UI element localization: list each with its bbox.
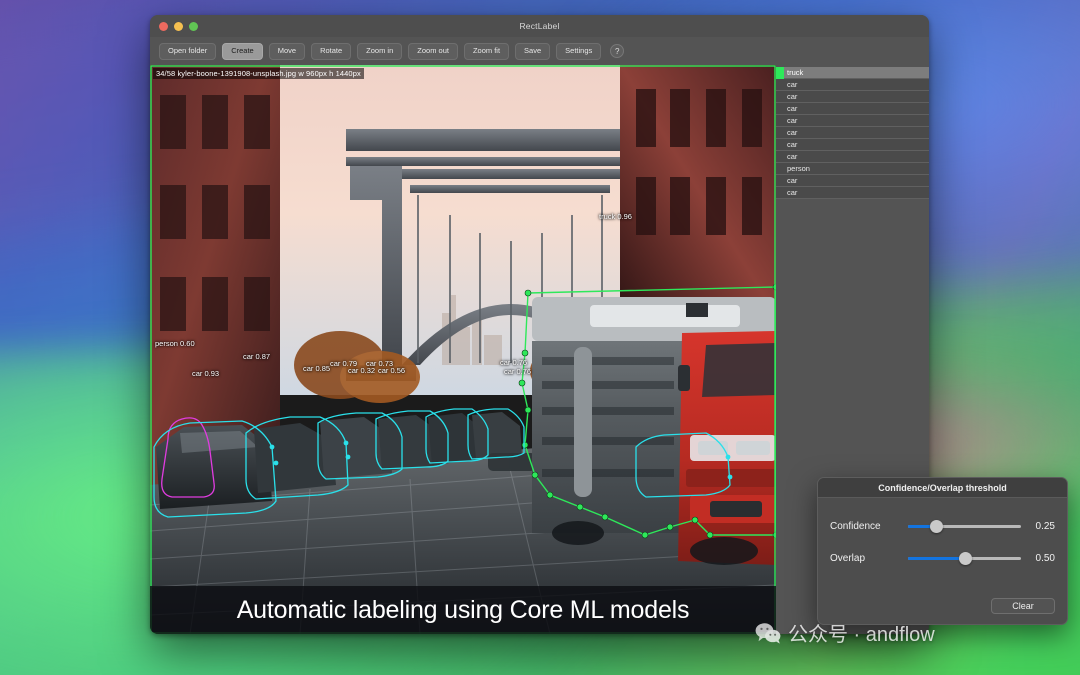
slider-row-overlap: Overlap 0.50	[830, 544, 1055, 572]
confidence-overlap-threshold-panel[interactable]: Confidence/Overlap threshold Confidence 0…	[817, 477, 1068, 625]
create-button[interactable]: Create	[222, 43, 263, 60]
file-info-label: 34/58 kyler-boone-1391908-unsplash.jpg w…	[153, 68, 364, 79]
label-list-item[interactable]: car	[776, 187, 929, 199]
label-list-item[interactable]: car	[776, 91, 929, 103]
label-list-item[interactable]: car	[776, 139, 929, 151]
label-list-item-text: car	[787, 128, 797, 137]
slider-value: 0.50	[1021, 553, 1055, 564]
label-list-item[interactable]: car	[776, 175, 929, 187]
car-polygons[interactable]	[154, 409, 730, 517]
label-list-item-text: car	[787, 152, 797, 161]
zoom-in-button[interactable]: Zoom in	[357, 43, 402, 60]
label-list-item[interactable]: car	[776, 127, 929, 139]
rotate-button[interactable]: Rotate	[311, 43, 351, 60]
annotation-overlay[interactable]	[150, 65, 776, 634]
window-titlebar: RectLabel	[150, 15, 929, 37]
save-button[interactable]: Save	[515, 43, 550, 60]
window-content: 34/58 kyler-boone-1391908-unsplash.jpg w…	[150, 65, 929, 634]
truck-vertices[interactable]	[519, 284, 776, 538]
desktop-background: RectLabel Open folder Create Move Rotate Zoo…	[0, 0, 1080, 675]
slider-label: Confidence	[830, 521, 908, 532]
rectlabel-window: RectLabel Open folder Create Move Rotate Zoo…	[150, 15, 929, 634]
label-color-swatch	[776, 67, 784, 79]
label-list-item-text: car	[787, 116, 797, 125]
zoom-out-button[interactable]: Zoom out	[408, 43, 458, 60]
main-toolbar: Open folder Create Move Rotate Zoom in Zoom o…	[150, 37, 929, 65]
label-list-item-text: car	[787, 92, 797, 101]
car-vertices[interactable]	[270, 441, 733, 480]
slider-value: 0.25	[1021, 521, 1055, 532]
label-list-item[interactable]: truck	[776, 67, 929, 79]
label-list-item-text: car	[787, 140, 797, 149]
help-icon[interactable]: ?	[610, 44, 624, 58]
confidence-slider[interactable]	[908, 525, 1021, 528]
slider-row-confidence: Confidence 0.25	[830, 512, 1055, 540]
label-list-item-text: person	[787, 164, 810, 173]
label-list-item[interactable]: car	[776, 115, 929, 127]
slider-knob[interactable]	[930, 520, 943, 533]
watermark-text: 公众号 · andflow	[788, 618, 935, 647]
caption-banner: Automatic labeling using Core ML models	[150, 586, 776, 634]
image-canvas[interactable]: 34/58 kyler-boone-1391908-unsplash.jpg w…	[150, 65, 776, 634]
label-list-item[interactable]: car	[776, 103, 929, 115]
slider-label: Overlap	[830, 553, 908, 564]
zoom-fit-button[interactable]: Zoom fit	[464, 43, 509, 60]
clear-button[interactable]: Clear	[991, 598, 1055, 614]
slider-knob[interactable]	[959, 552, 972, 565]
open-folder-button[interactable]: Open folder	[159, 43, 216, 60]
label-list-item[interactable]: car	[776, 151, 929, 163]
overlap-slider[interactable]	[908, 557, 1021, 560]
truck-polygon[interactable]	[522, 287, 776, 535]
threshold-sliders: Confidence 0.25 Overlap 0.50	[818, 498, 1067, 572]
window-title: RectLabel	[150, 21, 929, 31]
slider-fill	[908, 557, 965, 560]
settings-button[interactable]: Settings	[556, 43, 601, 60]
label-list-item-text: car	[787, 104, 797, 113]
image-selection-frame	[151, 66, 775, 633]
watermark: 公众号 · andflow	[755, 618, 935, 647]
label-list-item[interactable]: car	[776, 79, 929, 91]
move-button[interactable]: Move	[269, 43, 305, 60]
label-list-item-text: truck	[787, 68, 803, 77]
wechat-icon	[755, 622, 781, 644]
label-list-item[interactable]: person	[776, 163, 929, 175]
label-list-item-text: car	[787, 188, 797, 197]
label-list-item-text: car	[787, 176, 797, 185]
label-list-item-text: car	[787, 80, 797, 89]
threshold-panel-title: Confidence/Overlap threshold	[818, 478, 1067, 498]
